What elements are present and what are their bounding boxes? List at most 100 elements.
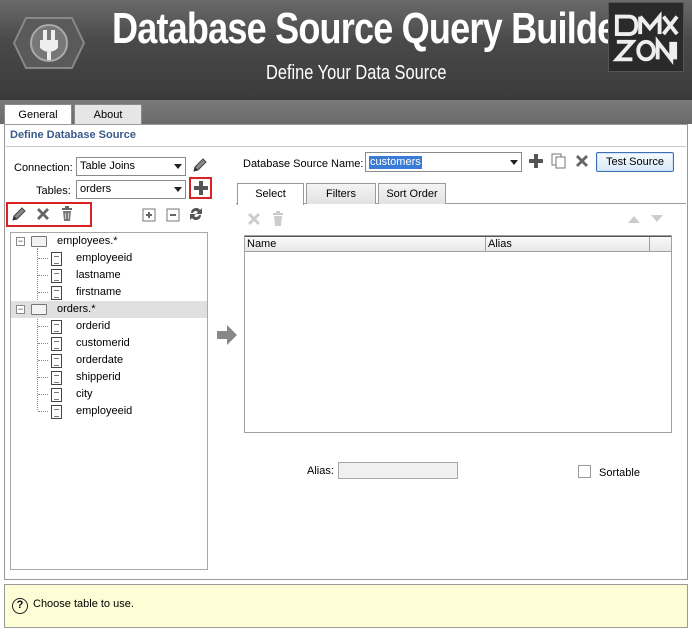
field-label: orderdate (76, 354, 124, 366)
sortable-label: Sortable (599, 467, 640, 479)
field-label: firstname (76, 286, 122, 298)
field-label: orderid (76, 320, 111, 332)
tree-field[interactable]: customerid (11, 335, 207, 352)
chevron-down-icon (174, 187, 182, 192)
collapse-icon (166, 208, 180, 222)
tab-about[interactable]: About (74, 104, 142, 125)
triangle-up-icon (628, 216, 640, 223)
close-icon (248, 213, 260, 225)
tree-field[interactable]: lastname (11, 267, 207, 284)
fields-grid[interactable]: Name Alias (244, 235, 672, 433)
add-table-button[interactable] (192, 179, 210, 197)
field-label: employeeid (76, 252, 133, 264)
field-label: lastname (76, 269, 121, 281)
file-icon (51, 371, 62, 385)
field-label: shipperid (76, 371, 121, 383)
plug-logo-icon (12, 17, 86, 69)
tree-field[interactable]: shipperid (11, 369, 207, 386)
field-label: city (76, 388, 93, 400)
field-label: customerid (76, 337, 130, 349)
app-title: Database Source Query Builder (112, 4, 630, 53)
source-name-value: customers (369, 156, 422, 169)
brand-logo-icon (608, 2, 684, 72)
sortable-checkbox[interactable] (578, 465, 591, 478)
field-label: employeeid (76, 405, 133, 417)
tables-select[interactable]: orders (76, 180, 186, 199)
status-message: Choose table to use. (33, 598, 134, 610)
copy-source-button[interactable] (550, 152, 568, 170)
collapse-toggle-icon[interactable]: − (16, 237, 25, 246)
arrow-right-icon[interactable] (215, 323, 239, 347)
column-header-alias[interactable]: Alias (486, 237, 650, 252)
tree-field[interactable]: orderdate (11, 352, 207, 369)
refresh-icon (190, 208, 202, 220)
tree-node-label: employees.* (57, 235, 118, 247)
section-title: Define Database Source (10, 129, 136, 141)
source-name-input[interactable]: customers (365, 152, 522, 172)
tab-filters[interactable]: Filters (306, 183, 376, 204)
tree-node-label: orders.* (57, 303, 96, 315)
file-icon (51, 320, 62, 334)
edit-connection-button[interactable] (191, 156, 209, 174)
chevron-down-icon (174, 164, 182, 169)
alias-label: Alias: (307, 465, 334, 477)
pencil-icon (193, 158, 207, 172)
connection-select[interactable]: Table Joins (76, 157, 186, 176)
move-up-button[interactable] (625, 210, 643, 228)
edit-table-button[interactable] (10, 205, 28, 223)
alias-input[interactable] (338, 462, 458, 479)
remove-field-button[interactable] (245, 210, 263, 228)
expand-all-button[interactable] (140, 206, 158, 224)
tables-label: Tables: (36, 185, 71, 197)
source-name-label: Database Source Name: (243, 158, 364, 170)
add-source-button[interactable] (527, 152, 545, 170)
remove-table-button[interactable] (34, 205, 52, 223)
close-icon (37, 208, 49, 220)
tab-sort-order[interactable]: Sort Order (378, 183, 446, 204)
delete-source-button[interactable] (573, 152, 591, 170)
trash-icon (273, 211, 283, 226)
tree-field[interactable]: orderid (11, 318, 207, 335)
table-tree[interactable]: − employees.* employeeid lastname firstn… (10, 232, 208, 570)
tree-field[interactable]: employeeid (11, 403, 207, 420)
tree-field[interactable]: city (11, 386, 207, 403)
connection-value: Table Joins (80, 160, 136, 172)
grid-header: Name Alias (245, 236, 671, 252)
copy-icon (551, 153, 566, 169)
file-icon (51, 354, 62, 368)
move-down-button[interactable] (648, 210, 666, 228)
connection-label: Connection: (14, 162, 73, 174)
close-icon (576, 155, 588, 167)
tab-select[interactable]: Select (237, 183, 304, 205)
status-bar: ? Choose table to use. (4, 584, 688, 628)
file-icon (51, 337, 62, 351)
file-icon (51, 388, 62, 402)
delete-table-button[interactable] (58, 205, 76, 223)
divider (6, 146, 686, 147)
tree-field[interactable]: firstname (11, 284, 207, 301)
file-icon (51, 252, 62, 266)
collapse-all-button[interactable] (164, 206, 182, 224)
expand-icon (142, 208, 156, 222)
folder-icon (31, 236, 47, 247)
test-source-button[interactable]: Test Source (596, 152, 674, 172)
tables-value: orders (80, 183, 112, 195)
collapse-toggle-icon[interactable]: − (16, 305, 25, 314)
app-subtitle: Define Your Data Source (266, 62, 447, 84)
file-icon (51, 286, 62, 300)
tree-node-orders[interactable]: − orders.* (11, 301, 207, 318)
file-icon (51, 269, 62, 283)
file-icon (51, 405, 62, 419)
plus-icon (194, 181, 208, 195)
delete-field-button[interactable] (269, 210, 287, 228)
tab-general[interactable]: General (4, 104, 72, 126)
folder-icon (31, 304, 47, 315)
tree-field[interactable]: employeeid (11, 250, 207, 267)
help-icon: ? (12, 598, 28, 614)
refresh-button[interactable] (187, 205, 205, 223)
tree-node-employees[interactable]: − employees.* (11, 233, 207, 250)
triangle-down-icon (651, 215, 663, 222)
column-header-name[interactable]: Name (245, 237, 486, 252)
pencil-icon (12, 207, 26, 221)
chevron-down-icon[interactable] (510, 160, 518, 165)
